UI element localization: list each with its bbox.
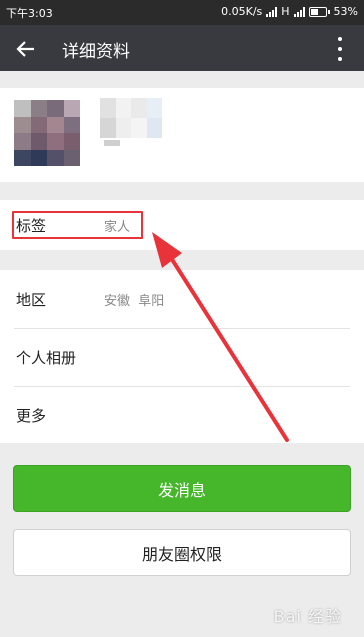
info-section: 地区 安徽 阜阳 个人相册 更多 [0, 270, 364, 443]
watermark: Bai 经验 [273, 607, 342, 626]
more-label: 更多 [16, 406, 47, 425]
region-label: 地区 [16, 290, 47, 309]
page-title: 详细资料 [62, 42, 130, 62]
nickname-blurred [100, 98, 162, 138]
network-type: H [281, 5, 290, 18]
network-speed: 0.05K/s [221, 5, 263, 18]
album-label: 个人相册 [16, 348, 77, 367]
signal-icon-2 [293, 6, 305, 17]
app-bar: 详细资料 [0, 25, 364, 71]
battery-icon [308, 6, 330, 17]
wechat-id-blurred [104, 140, 120, 146]
more-row[interactable]: 更多 [0, 386, 364, 444]
album-row[interactable]: 个人相册 [0, 328, 364, 386]
region-row: 地区 安徽 阜阳 [0, 270, 364, 328]
status-icons: 0.05K/s H 53% [221, 5, 358, 18]
status-time: 下午3:03 [6, 7, 53, 20]
annotation-highlight-box [12, 211, 143, 239]
more-vertical-icon[interactable] [336, 37, 344, 61]
status-bar: 下午3:03 0.05K/s H 53% [0, 0, 364, 25]
avatar[interactable] [14, 100, 80, 166]
arrow-left-icon[interactable] [14, 38, 36, 60]
signal-icon [266, 6, 278, 17]
region-value: 安徽 阜阳 [104, 293, 165, 309]
send-message-button[interactable]: 发消息 [13, 465, 351, 512]
moments-permission-button[interactable]: 朋友圈权限 [13, 529, 351, 576]
profile-card[interactable] [0, 88, 364, 182]
battery-percent: 53% [333, 5, 358, 18]
